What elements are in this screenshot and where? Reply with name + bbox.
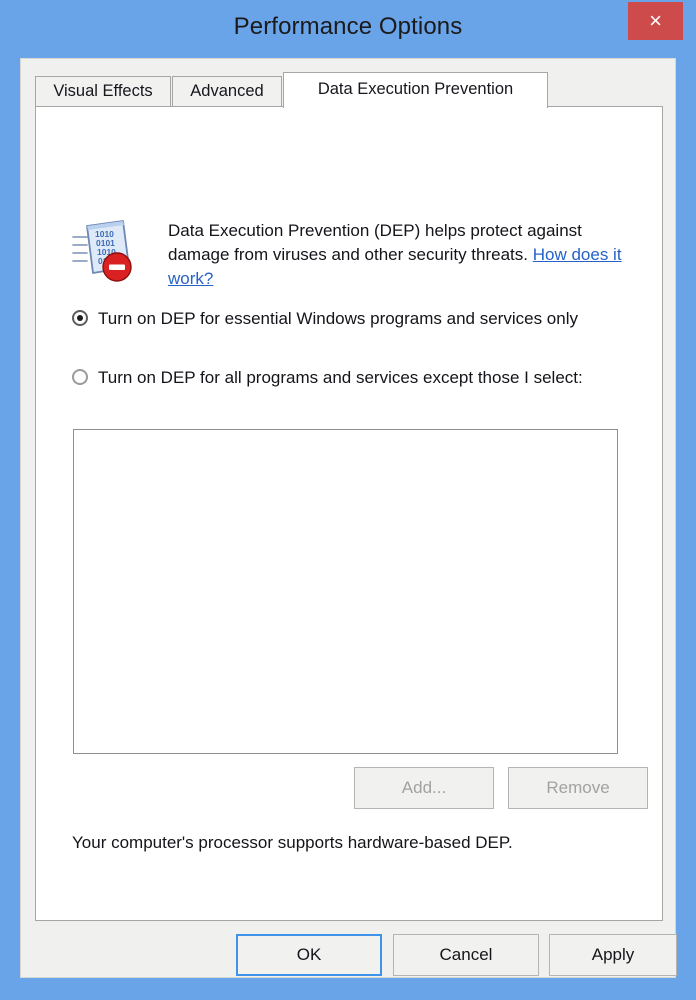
cancel-button[interactable]: Cancel (393, 934, 539, 976)
radio-indicator-essential-only[interactable] (72, 310, 88, 326)
dep-shield-icon: 1010 0101 1010 010 (71, 217, 137, 285)
radio-label-all-except-selected: Turn on DEP for all programs and service… (98, 368, 583, 387)
dep-description-text: Data Execution Prevention (DEP) helps pr… (168, 221, 582, 264)
remove-button[interactable]: Remove (508, 767, 648, 809)
radio-indicator-all-except-selected[interactable] (72, 369, 88, 385)
ok-button[interactable]: OK (236, 934, 382, 976)
tab-strip: Visual Effects Advanced Data Execution P… (35, 72, 663, 108)
dialog-body: Visual Effects Advanced Data Execution P… (20, 58, 677, 978)
title-bar: Performance Options × (0, 0, 696, 58)
window-title: Performance Options (233, 13, 463, 40)
processor-support-status: Your computer's processor supports hardw… (72, 833, 513, 852)
radio-label-essential-only: Turn on DEP for essential Windows progra… (98, 309, 578, 328)
apply-button[interactable]: Apply (549, 934, 677, 976)
dep-description: Data Execution Prevention (DEP) helps pr… (168, 219, 628, 291)
tab-visual-effects[interactable]: Visual Effects (35, 76, 171, 107)
dep-exceptions-list[interactable] (73, 429, 618, 754)
close-icon[interactable]: × (628, 2, 683, 40)
tab-advanced[interactable]: Advanced (172, 76, 282, 107)
performance-options-window: Performance Options × Visual Effects Adv… (0, 0, 696, 1000)
tab-data-execution-prevention[interactable]: Data Execution Prevention (283, 72, 548, 108)
add-button[interactable]: Add... (354, 767, 494, 809)
tab-page-dep: 1010 0101 1010 010 Data Execution Preven… (35, 106, 663, 921)
